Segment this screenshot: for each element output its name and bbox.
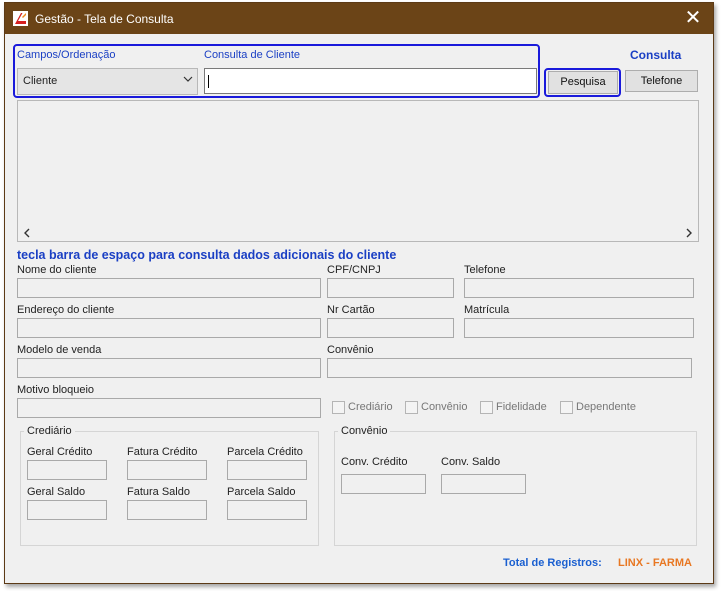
block-reason-field xyxy=(17,398,321,418)
crediario-checkbox[interactable] xyxy=(332,401,345,414)
parcela-saldo-field xyxy=(227,500,307,520)
fatura-credito-label: Fatura Crédito xyxy=(127,446,198,458)
conv-saldo-field xyxy=(441,474,526,494)
phone-label: Telefone xyxy=(464,264,506,276)
fatura-saldo-field xyxy=(127,500,207,520)
consulta-window: Gestão - Tela de Consulta ✕ Campos/Orden… xyxy=(4,2,714,584)
registration-label: Matrícula xyxy=(464,304,510,316)
sales-model-label: Modelo de venda xyxy=(17,344,102,356)
fidelidade-checkbox[interactable] xyxy=(480,401,493,414)
name-field xyxy=(17,278,321,298)
geral-credito-label: Geral Crédito xyxy=(27,446,93,458)
geral-saldo-field xyxy=(27,500,107,520)
chevron-down-icon xyxy=(183,76,193,82)
results-grid[interactable] xyxy=(17,100,699,242)
app-logo-icon xyxy=(13,11,28,26)
phone-button[interactable]: Telefone xyxy=(625,70,698,92)
sales-model-field xyxy=(17,358,321,378)
brand-label: LINX - FARMA xyxy=(618,557,692,569)
agreement-label: Convênio xyxy=(327,344,374,356)
convenio-group-title: Convênio xyxy=(338,425,391,437)
fatura-credito-field xyxy=(127,460,207,480)
dependente-checkbox-label: Dependente xyxy=(576,401,636,413)
window-title: Gestão - Tela de Consulta xyxy=(35,12,174,26)
conv-credito-field xyxy=(341,474,426,494)
fatura-saldo-label: Fatura Saldo xyxy=(127,486,190,498)
mode-label: Consulta xyxy=(630,48,682,62)
geral-credito-field xyxy=(27,460,107,480)
conv-saldo-label: Conv. Saldo xyxy=(441,456,501,468)
dependente-checkbox[interactable] xyxy=(560,401,573,414)
name-label: Nome do cliente xyxy=(17,264,97,276)
crediario-group-title: Crediário xyxy=(24,425,75,437)
address-label: Endereço do cliente xyxy=(17,304,115,316)
title-bar: Gestão - Tela de Consulta ✕ xyxy=(5,3,713,34)
cpf-label: CPF/CNPJ xyxy=(327,264,381,276)
conv-credito-label: Conv. Crédito xyxy=(341,456,408,468)
scroll-right-icon[interactable] xyxy=(685,228,693,238)
convenio-checkbox-label: Convênio xyxy=(421,401,468,413)
parcela-credito-label: Parcela Crédito xyxy=(227,446,303,458)
query-label: Consulta de Cliente xyxy=(204,49,301,61)
card-field xyxy=(327,318,454,338)
parcela-saldo-label: Parcela Saldo xyxy=(227,486,296,498)
horizontal-scrollbar[interactable] xyxy=(19,225,697,240)
fidelidade-checkbox-label: Fidelidade xyxy=(496,401,547,413)
address-field xyxy=(17,318,321,338)
close-icon[interactable]: ✕ xyxy=(681,7,705,29)
hint-text: tecla barra de espaço para consulta dado… xyxy=(17,248,397,262)
agreement-field xyxy=(327,358,692,378)
geral-saldo-label: Geral Saldo xyxy=(27,486,86,498)
registration-field xyxy=(464,318,694,338)
total-records-label: Total de Registros: xyxy=(503,557,602,569)
scroll-left-icon[interactable] xyxy=(23,228,31,238)
phone-field xyxy=(464,278,694,298)
search-button[interactable]: Pesquisa xyxy=(548,71,618,94)
search-input[interactable] xyxy=(204,68,537,94)
parcela-credito-field xyxy=(227,460,307,480)
fields-select[interactable]: Cliente xyxy=(17,68,198,95)
text-cursor xyxy=(208,75,209,88)
crediario-checkbox-label: Crediário xyxy=(348,401,393,413)
block-reason-label: Motivo bloqueio xyxy=(17,384,95,396)
card-label: Nr Cartão xyxy=(327,304,375,316)
fields-select-value: Cliente xyxy=(23,75,58,87)
fields-label: Campos/Ordenação xyxy=(17,49,116,61)
cpf-field xyxy=(327,278,454,298)
convenio-checkbox[interactable] xyxy=(405,401,418,414)
